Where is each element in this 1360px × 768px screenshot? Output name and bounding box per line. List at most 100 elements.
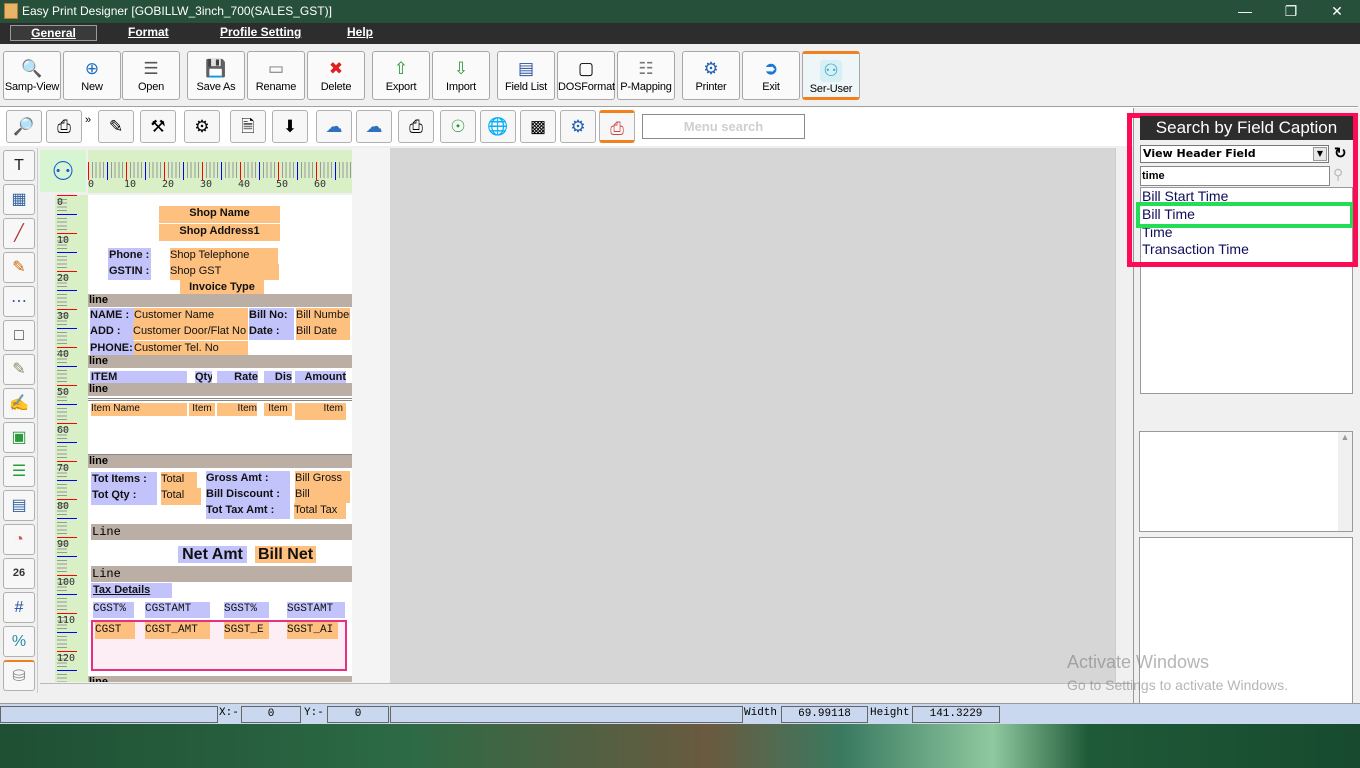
image-add-icon[interactable]: ▣ <box>3 422 35 453</box>
dots-icon[interactable]: ⋯ <box>3 286 35 317</box>
line-band[interactable]: line <box>88 294 352 307</box>
field-search-input[interactable]: time <box>1140 166 1330 186</box>
page-settings-icon[interactable]: 🗎 <box>230 110 266 143</box>
line-band[interactable]: Line <box>91 566 352 582</box>
label-add[interactable]: ADD : <box>90 324 121 339</box>
coins-icon[interactable]: ⛁ <box>3 660 35 691</box>
field-item-amount[interactable]: Item <box>295 403 346 420</box>
label-net-amt[interactable]: Net Amt <box>178 546 247 563</box>
field-item-qty[interactable]: Item <box>189 403 215 416</box>
refresh-icon[interactable]: ↻ <box>1334 144 1347 162</box>
save-as-button[interactable]: 💾 Save As <box>187 51 245 100</box>
menu-help[interactable]: Help <box>341 25 379 41</box>
field-cgst-amt[interactable]: CGST_AMT <box>145 622 210 639</box>
printer-active-icon[interactable]: ⎙ <box>599 110 635 143</box>
horizontal-scrollbar[interactable] <box>40 683 1131 700</box>
menu-profile-setting[interactable]: Profile Setting <box>214 25 307 41</box>
field-total-items[interactable]: Total <box>161 472 197 488</box>
ser-user-button[interactable]: ⚇ Ser-User <box>802 51 860 100</box>
edit-doc-icon[interactable]: ✍ <box>3 388 35 419</box>
label-name[interactable]: NAME : <box>90 308 129 323</box>
label-tot-tax-amt[interactable]: Tot Tax Amt : <box>206 503 290 519</box>
print-icon[interactable]: ⎙ <box>46 110 82 143</box>
delete-button[interactable]: ✖ Delete <box>307 51 365 100</box>
field-customer-tel[interactable]: Customer Tel. No <box>134 341 248 356</box>
open-button[interactable]: ☰ Open <box>122 51 180 100</box>
preview-icon[interactable]: 🔎 <box>6 110 42 143</box>
label-phone2[interactable]: PHONE: <box>90 341 133 356</box>
text-add-icon[interactable]: T <box>3 150 35 181</box>
field-list-button[interactable]: ▤ Field List <box>497 51 555 100</box>
numbered-list-icon[interactable]: ☰ <box>3 456 35 487</box>
printer-settings-icon[interactable]: ⚙ <box>184 110 220 143</box>
field-bill-discount[interactable]: Bill <box>295 487 350 503</box>
cash-drawer-icon[interactable]: ▩ <box>520 110 556 143</box>
edit-form-icon[interactable]: ✎ <box>98 110 134 143</box>
percent-icon[interactable]: % <box>3 626 35 657</box>
label-gstin[interactable]: GSTIN : <box>108 264 151 280</box>
header-sgst-amt[interactable]: SGSTAMT <box>287 602 345 618</box>
report-icon[interactable]: ▤ <box>3 490 35 521</box>
field-bill-number[interactable]: Bill Number <box>296 308 350 324</box>
field-customer-name[interactable]: Customer Name <box>134 308 248 324</box>
form-tools-icon[interactable]: ⚒ <box>140 110 176 143</box>
restore-button[interactable]: ❐ <box>1268 0 1314 23</box>
line-band[interactable]: line <box>88 383 352 396</box>
label-bill-no[interactable]: Bill No: <box>249 308 294 324</box>
design-canvas[interactable]: Shop Name Shop Address1 Phone : GSTIN : … <box>88 195 352 682</box>
field-item-rate[interactable]: Item <box>217 403 257 416</box>
field-sgst[interactable]: SGST_E <box>224 622 269 639</box>
close-button[interactable]: ✕ <box>1314 0 1360 23</box>
line-band[interactable]: line <box>88 355 352 368</box>
line-band[interactable]: line <box>88 455 352 468</box>
field-item-name[interactable]: Item Name <box>91 403 187 416</box>
label-tot-qty[interactable]: Tot Qty : <box>91 488 157 505</box>
menu-search-input[interactable]: Menu search <box>642 114 805 139</box>
p-mapping-button[interactable]: ☷ P-Mapping <box>617 51 675 100</box>
rename-button[interactable]: ▭ Rename <box>247 51 305 100</box>
download-box-icon[interactable]: ⬇ <box>272 110 308 143</box>
label-date[interactable]: Date : <box>249 324 294 340</box>
label-tax-details[interactable]: Tax Details <box>91 583 172 598</box>
box-scrollbar[interactable]: ▲ <box>1338 432 1352 531</box>
label-gross-amt[interactable]: Gross Amt : <box>206 471 290 487</box>
field-shop-name[interactable]: Shop Name <box>159 206 280 223</box>
exit-button[interactable]: ➲ Exit <box>742 51 800 100</box>
field-total-tax[interactable]: Total Tax <box>294 503 346 519</box>
new-button[interactable]: ⊕ New <box>63 51 121 100</box>
calendar-icon[interactable]: 26 <box>3 558 35 589</box>
field-bill-gross[interactable]: Bill Gross <box>295 471 350 487</box>
line-band[interactable]: line <box>88 676 352 682</box>
minimize-button[interactable]: — <box>1222 0 1268 23</box>
notes-icon[interactable]: ✎ <box>3 354 35 385</box>
field-total-qty[interactable]: Total <box>161 488 201 505</box>
header-cgst-pct[interactable]: CGST% <box>93 602 134 618</box>
pie-chart-icon[interactable]: ◔ <box>3 524 35 555</box>
network-printer-icon[interactable]: ☉ <box>440 110 476 143</box>
import-button[interactable]: ⇩ Import <box>432 51 490 100</box>
label-bill-discount[interactable]: Bill Discount : <box>206 487 290 503</box>
menu-general[interactable]: General <box>10 25 97 41</box>
printer-button[interactable]: ⚙ Printer <box>682 51 740 100</box>
chevron-down-icon[interactable]: ▼ <box>1313 147 1327 161</box>
field-customer-door[interactable]: Customer Door/Flat No <box>133 324 248 340</box>
number-field-icon[interactable]: # <box>3 592 35 623</box>
printer-add-icon[interactable]: ⚙ <box>560 110 596 143</box>
field-bill-net[interactable]: Bill Net <box>255 546 316 563</box>
dos-format-button[interactable]: ▢ DOSFormat <box>557 51 615 100</box>
field-bill-date[interactable]: Bill Date <box>296 324 350 340</box>
user-refresh-icon[interactable]: ⚇ <box>40 150 86 192</box>
field-item-dis[interactable]: Item <box>264 403 292 416</box>
line-band[interactable]: Line <box>91 524 352 540</box>
toolbar-overflow-button[interactable]: » <box>85 114 91 126</box>
export-button[interactable]: ⇧ Export <box>372 51 430 100</box>
header-sgst-pct[interactable]: SGST% <box>224 602 269 618</box>
view-field-select[interactable]: View Header Field ▼ <box>1140 145 1329 163</box>
layout-icon[interactable]: ▦ <box>3 184 35 215</box>
pencil-icon[interactable]: ✎ <box>3 252 35 283</box>
menu-format[interactable]: Format <box>122 25 175 41</box>
field-sgst-amt[interactable]: SGST_AI <box>287 622 338 639</box>
globe-icon[interactable]: 🌐 <box>480 110 516 143</box>
label-tot-items[interactable]: Tot Items : <box>91 472 157 488</box>
field-shop-address[interactable]: Shop Address1 <box>159 224 280 241</box>
